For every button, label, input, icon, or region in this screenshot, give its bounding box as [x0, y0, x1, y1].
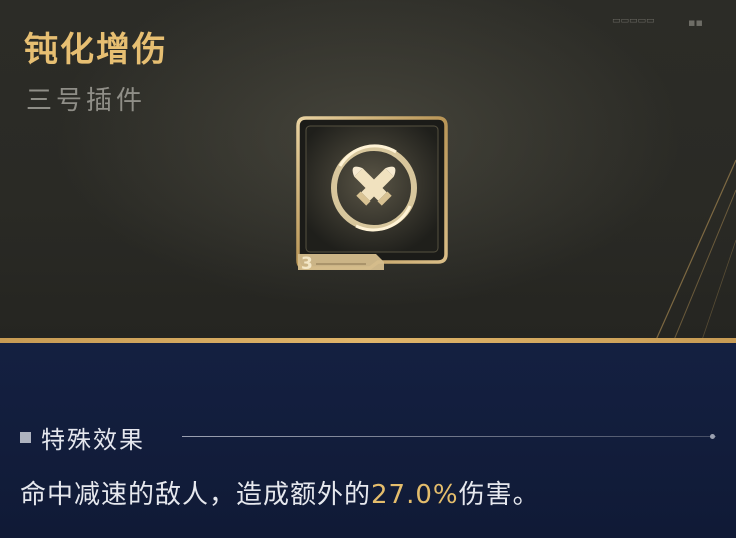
- effect-text-after: 伤害。: [458, 480, 540, 510]
- divider-end-dot: [710, 434, 715, 439]
- item-slot-type: 三号插件: [26, 86, 147, 116]
- effect-header-label: 特殊效果: [41, 426, 145, 454]
- module-slot-number: 3: [301, 254, 313, 274]
- effect-value: 27.0%: [371, 480, 459, 510]
- corner-deco-mark: ▭▭▭▭▭: [612, 16, 655, 26]
- item-header-panel: 钝化增伤 三号插件 ▭▭▭▭▭ ▪▪ 3: [0, 0, 736, 340]
- square-bullet-icon: [20, 432, 31, 443]
- header-divider: [182, 436, 716, 437]
- effect-header: 特殊效果: [20, 420, 145, 455]
- item-name: 钝化增伤: [24, 30, 168, 70]
- item-detail-card: 钝化增伤 三号插件 ▭▭▭▭▭ ▪▪ 3 特殊效果 命中减速的敌人，造成额外的2…: [0, 0, 736, 538]
- effect-description: 命中减速的敌人，造成额外的27.0%伤害。: [20, 474, 540, 511]
- effect-text-before: 命中减速的敌人，造成额外的: [20, 480, 372, 510]
- corner-deco-mark: ▪▪: [688, 16, 703, 29]
- decorative-lines: [655, 159, 736, 340]
- module-icon: 3: [296, 116, 448, 280]
